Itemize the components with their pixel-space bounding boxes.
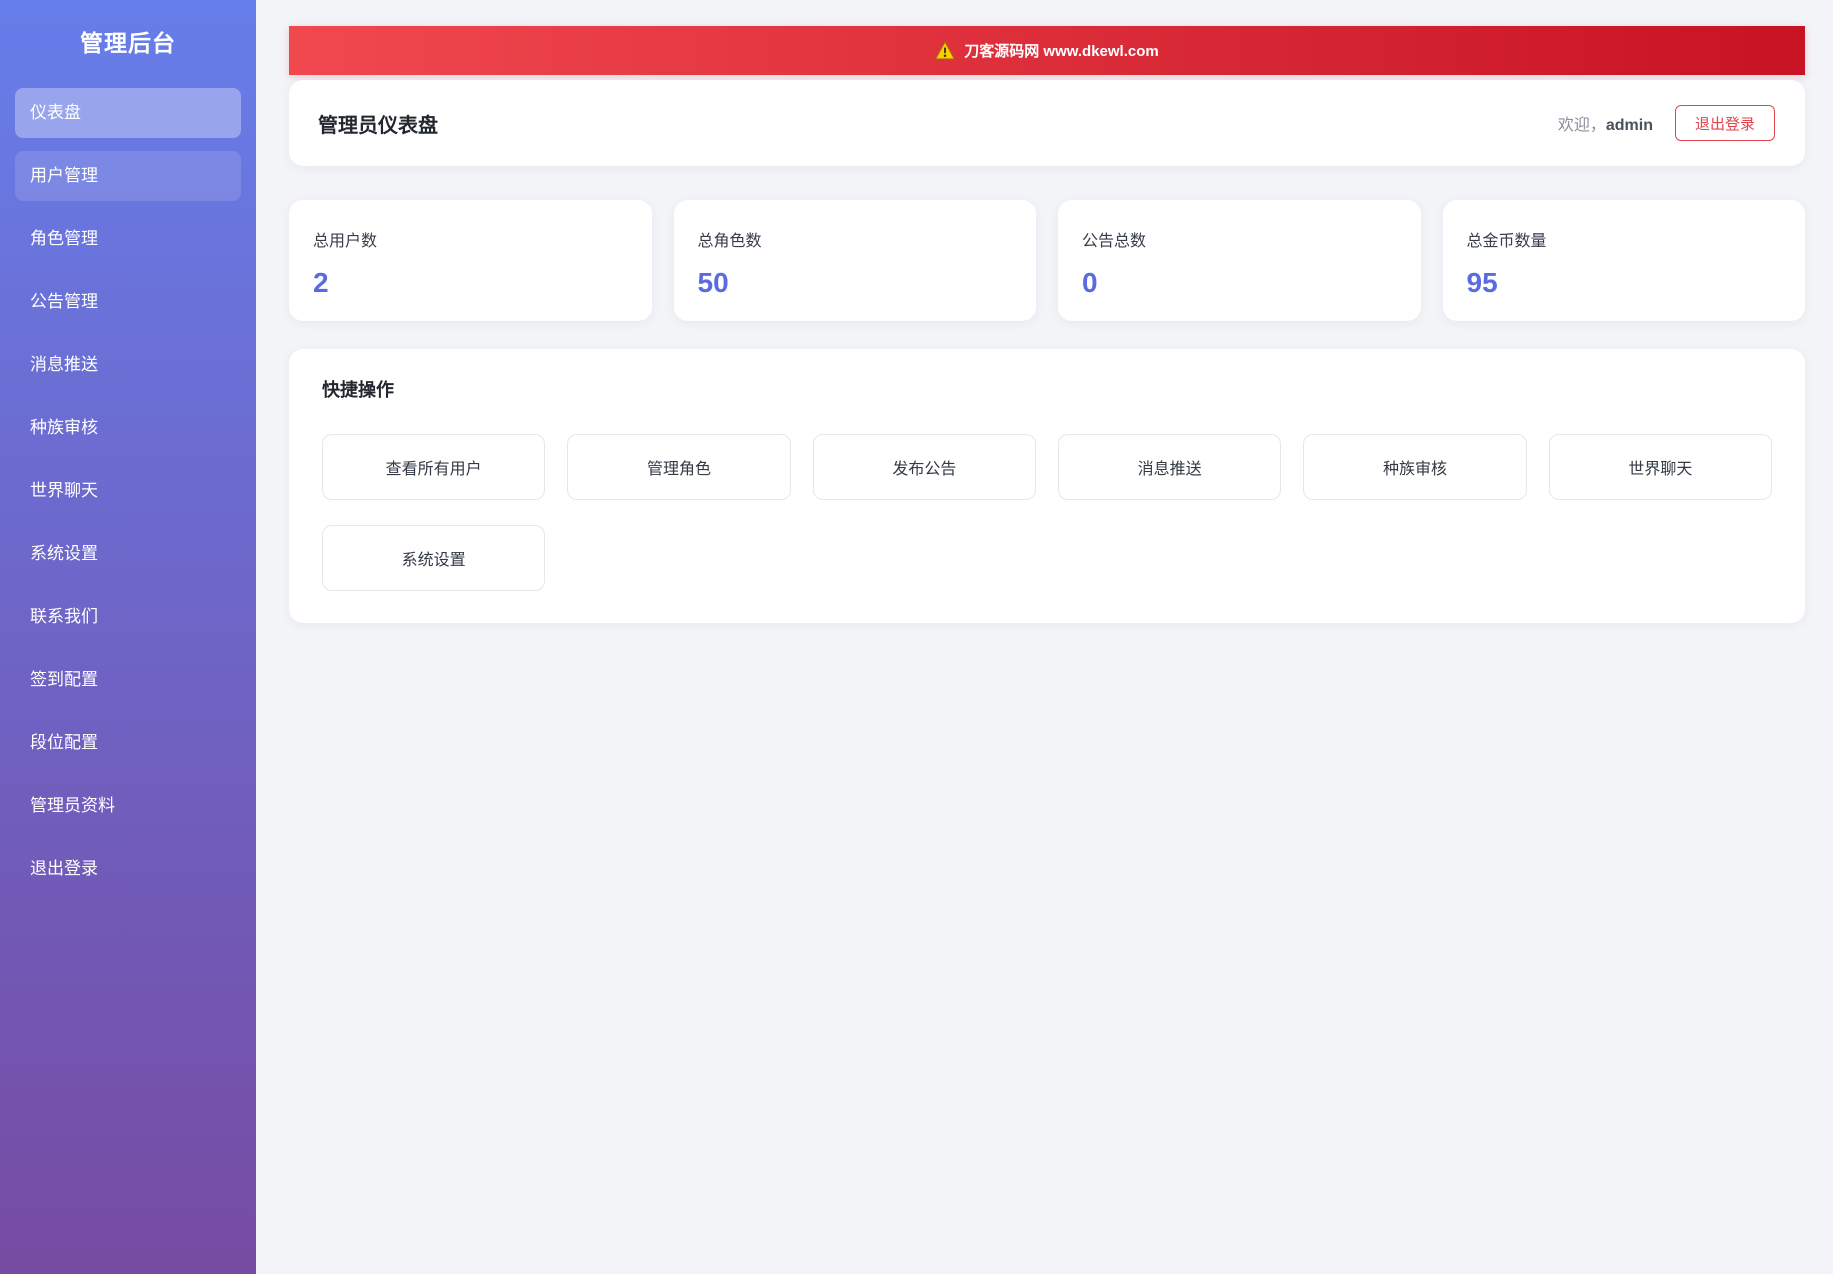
sidebar-item-contact[interactable]: 联系我们	[15, 592, 241, 642]
welcome-username: admin	[1605, 117, 1653, 134]
banner-text: 刀客源码网 www.dkewl.com	[964, 43, 1159, 60]
stat-label: 总用户数	[313, 233, 378, 250]
stat-value: 0	[1082, 267, 1098, 298]
sidebar-item-race-review[interactable]: 种族审核	[15, 403, 241, 453]
sidebar-menu: 仪表盘用户管理角色管理公告管理消息推送种族审核世界聊天系统设置联系我们签到配置段…	[0, 88, 256, 894]
quick-action-race-review[interactable]: 种族审核	[1303, 434, 1527, 500]
quick-action-publish-announcement[interactable]: 发布公告	[812, 434, 1036, 500]
dashboard-header: 管理员仪表盘 欢迎，admin 退出登录	[289, 80, 1805, 166]
welcome-text: 欢迎，admin	[1558, 111, 1653, 135]
stat-value: 2	[313, 267, 329, 298]
sidebar-item-users[interactable]: 用户管理	[15, 151, 241, 201]
stat-value: 50	[697, 267, 729, 298]
sidebar-title: 管理后台	[80, 30, 176, 56]
quick-action-system-settings[interactable]: 系统设置	[322, 525, 546, 591]
stat-card-announcements-total: 公告总数 0	[1058, 200, 1421, 321]
sidebar-item-message-push[interactable]: 消息推送	[15, 340, 241, 390]
sidebar-item-dashboard[interactable]: 仪表盘	[15, 88, 241, 138]
stat-card-roles-total: 总角色数 50	[673, 200, 1036, 321]
quick-action-world-chat[interactable]: 世界聊天	[1548, 434, 1772, 500]
stat-label: 总金币数量	[1466, 233, 1547, 250]
sidebar-item-checkin[interactable]: 签到配置	[15, 655, 241, 705]
header-right: 欢迎，admin 退出登录	[1558, 105, 1775, 141]
sidebar-item-world-chat[interactable]: 世界聊天	[15, 466, 241, 516]
sidebar-item-admin-profile[interactable]: 管理员资料	[15, 781, 241, 831]
notice-banner: 刀客源码网 www.dkewl.com	[289, 26, 1805, 75]
content: 刀客源码网 www.dkewl.com 管理员仪表盘 欢迎，admin 退出登录…	[256, 0, 1833, 1274]
sidebar: 管理后台 仪表盘用户管理角色管理公告管理消息推送种族审核世界聊天系统设置联系我们…	[0, 0, 256, 1274]
stat-label: 总角色数	[697, 233, 762, 250]
sidebar-item-roles[interactable]: 角色管理	[15, 214, 241, 264]
stat-label: 公告总数	[1082, 233, 1147, 250]
logout-button[interactable]: 退出登录	[1674, 105, 1775, 141]
stat-card-users-total: 总用户数 2	[289, 200, 652, 321]
welcome-prefix: 欢迎，	[1557, 117, 1606, 134]
quick-action-view-users[interactable]: 查看所有用户	[322, 434, 546, 500]
stat-value: 95	[1466, 267, 1498, 298]
quick-action-manage-roles[interactable]: 管理角色	[567, 434, 791, 500]
sidebar-item-logout[interactable]: 退出登录	[15, 844, 241, 894]
quick-actions-grid: 查看所有用户 管理角色 发布公告 消息推送 种族审核 世界聊天系统设置	[322, 434, 1772, 591]
sidebar-item-rank[interactable]: 段位配置	[15, 718, 241, 768]
quick-actions-title: 快捷操作	[322, 380, 394, 400]
stat-card-coins-total: 总金币数量 95	[1442, 200, 1805, 321]
quick-actions-card: 快捷操作 查看所有用户 管理角色 发布公告 消息推送 种族审核 世界聊天系统设置	[289, 349, 1805, 623]
warning-icon	[935, 41, 956, 60]
sidebar-item-system[interactable]: 系统设置	[15, 529, 241, 579]
page-title: 管理员仪表盘	[318, 114, 438, 137]
sidebar-item-announcements[interactable]: 公告管理	[15, 277, 241, 327]
stats-row: 总用户数 2 总角色数 50 公告总数 0 总金币数量 95	[289, 200, 1805, 321]
quick-action-message-push[interactable]: 消息推送	[1057, 434, 1282, 500]
